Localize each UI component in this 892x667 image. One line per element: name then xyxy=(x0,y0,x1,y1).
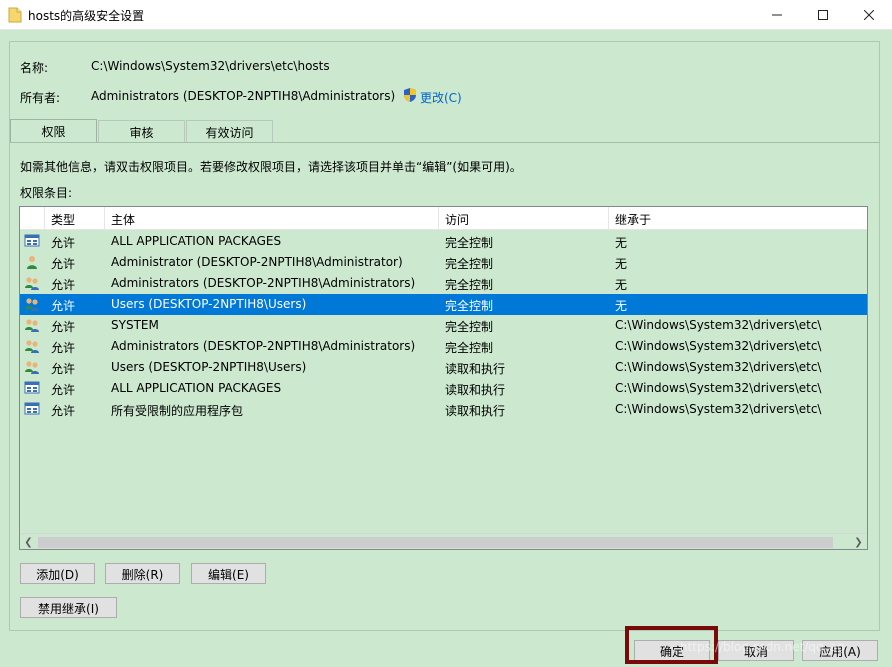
window-title: hosts的高级安全设置 xyxy=(28,9,145,23)
cell-principal: ALL APPLICATION PACKAGES xyxy=(111,234,282,248)
cell-principal: Administrators (DESKTOP-2NPTIH8\Administ… xyxy=(111,339,416,353)
cell-principal: Users (DESKTOP-2NPTIH8\Users) xyxy=(111,297,307,311)
title-bar: hosts的高级安全设置 xyxy=(0,0,892,30)
column-header-access[interactable]: 访问 xyxy=(439,207,609,230)
cell-inherited-from: 无 xyxy=(615,278,628,292)
tab-permissions[interactable]: 权限 xyxy=(10,119,97,143)
cell-type: 允许 xyxy=(51,362,76,376)
owner-value: Administrators (DESKTOP-2NPTIH8\Administ… xyxy=(91,89,396,103)
cell-type: 允许 xyxy=(51,341,76,355)
maximize-icon xyxy=(818,10,828,20)
cell-type: 允许 xyxy=(51,257,76,271)
table-row[interactable]: 允许 Users (DESKTOP-2NPTIH8\Users) 完全控制 无 xyxy=(20,294,867,315)
cell-principal: Administrator (DESKTOP-2NPTIH8\Administr… xyxy=(111,255,403,269)
table-row[interactable]: 允许 Administrators (DESKTOP-2NPTIH8\Admini… xyxy=(20,336,867,357)
cell-principal: 所有受限制的应用程序包 xyxy=(111,404,244,418)
cell-inherited-from: C:\Windows\System32\drivers\etc\ xyxy=(615,360,822,374)
table-row[interactable]: 允许 Administrator (DESKTOP-2NPTIH8\Adminis… xyxy=(20,252,867,273)
column-header-principal[interactable]: 主体 xyxy=(105,207,439,230)
cell-principal: Administrators (DESKTOP-2NPTIH8\Administ… xyxy=(111,276,416,290)
group-icon xyxy=(24,338,40,354)
app-package-icon xyxy=(24,401,40,417)
column-header-icon xyxy=(20,207,45,230)
edit-button[interactable]: 编辑(E) xyxy=(191,563,266,584)
cell-access: 完全控制 xyxy=(445,257,494,271)
maximize-button[interactable] xyxy=(800,0,846,30)
cell-inherited-from: 无 xyxy=(615,257,628,271)
permission-entries-label: 权限条目: xyxy=(20,186,73,200)
cell-inherited-from: 无 xyxy=(615,299,628,313)
scroll-left-icon[interactable]: ❮ xyxy=(20,534,37,549)
cell-access: 完全控制 xyxy=(445,236,494,250)
column-header-type[interactable]: 类型 xyxy=(45,207,105,230)
minimize-icon xyxy=(772,14,782,16)
cell-principal: SYSTEM xyxy=(111,318,159,332)
tab-effective-access[interactable]: 有效访问 xyxy=(186,120,273,142)
cell-type: 允许 xyxy=(51,299,76,313)
close-button[interactable] xyxy=(846,0,892,30)
group-icon xyxy=(24,317,40,333)
remove-button[interactable]: 删除(R) xyxy=(105,563,180,584)
change-owner-link[interactable]: 更改(C) xyxy=(420,89,462,106)
cell-type: 允许 xyxy=(51,404,76,418)
cell-principal: Users (DESKTOP-2NPTIH8\Users) xyxy=(111,360,307,374)
scroll-right-icon[interactable]: ❯ xyxy=(850,534,867,549)
tab-auditing[interactable]: 审核 xyxy=(98,120,185,142)
cell-access: 读取和执行 xyxy=(445,362,506,376)
owner-label: 所有者: xyxy=(20,91,61,105)
watermark: https://blog.csdn.net/qq_ag xyxy=(680,640,845,654)
cell-type: 允许 xyxy=(51,383,76,397)
app-package-icon xyxy=(24,380,40,396)
group-icon xyxy=(24,275,40,291)
cell-inherited-from: C:\Windows\System32\drivers\etc\ xyxy=(615,339,822,353)
cell-principal: ALL APPLICATION PACKAGES xyxy=(111,381,282,395)
app-package-icon xyxy=(24,233,40,249)
hint-text: 如需其他信息，请双击权限项目。若要修改权限项目，请选择该项目并单击“编辑”(如果… xyxy=(20,160,522,174)
horizontal-scrollbar[interactable]: ❮ ❯ xyxy=(20,533,867,549)
table-row[interactable]: 允许 SYSTEM 完全控制 C:\Windows\System32\drivers\… xyxy=(20,315,867,336)
user-icon xyxy=(24,254,40,270)
scrollbar-thumb[interactable] xyxy=(38,537,833,548)
table-row[interactable]: 允许 ALL APPLICATION PACKAGES 完全控制 无 xyxy=(20,231,867,252)
disable-inheritance-button[interactable]: 禁用继承(I) xyxy=(20,597,117,618)
cell-access: 完全控制 xyxy=(445,299,494,313)
list-header: 类型 主体 访问 继承于 xyxy=(20,207,867,230)
cell-access: 读取和执行 xyxy=(445,404,506,418)
add-button[interactable]: 添加(D) xyxy=(20,563,95,584)
cell-type: 允许 xyxy=(51,320,76,334)
name-value: C:\Windows\System32\drivers\etc\hosts xyxy=(91,59,330,73)
permission-entries-list[interactable]: 类型 主体 访问 继承于 允许 ALL APPLICATION PACKAGES 完… xyxy=(19,206,868,550)
cell-type: 允许 xyxy=(51,278,76,292)
cell-access: 完全控制 xyxy=(445,320,494,334)
cell-inherited-from: 无 xyxy=(615,236,628,250)
shield-icon xyxy=(404,88,416,102)
minimize-button[interactable] xyxy=(754,0,800,30)
cell-access: 完全控制 xyxy=(445,278,494,292)
column-header-inherited-from[interactable]: 继承于 xyxy=(609,207,867,230)
table-row[interactable]: 允许 ALL APPLICATION PACKAGES 读取和执行 C:\Window… xyxy=(20,378,867,399)
cell-inherited-from: C:\Windows\System32\drivers\etc\ xyxy=(615,381,822,395)
cell-access: 读取和执行 xyxy=(445,383,506,397)
group-icon xyxy=(24,296,40,312)
tab-divider xyxy=(10,142,880,143)
name-label: 名称: xyxy=(20,61,49,75)
table-row[interactable]: 允许 Administrators (DESKTOP-2NPTIH8\Admini… xyxy=(20,273,867,294)
table-row[interactable]: 允许 Users (DESKTOP-2NPTIH8\Users) 读取和执行 C:\W… xyxy=(20,357,867,378)
table-row[interactable]: 允许 所有受限制的应用程序包 读取和执行 C:\Windows\System32\dr… xyxy=(20,399,867,420)
close-icon xyxy=(864,10,874,20)
group-icon xyxy=(24,359,40,375)
file-icon xyxy=(8,7,22,23)
cell-inherited-from: C:\Windows\System32\drivers\etc\ xyxy=(615,402,822,416)
cell-inherited-from: C:\Windows\System32\drivers\etc\ xyxy=(615,318,822,332)
cell-access: 完全控制 xyxy=(445,341,494,355)
cell-type: 允许 xyxy=(51,236,76,250)
